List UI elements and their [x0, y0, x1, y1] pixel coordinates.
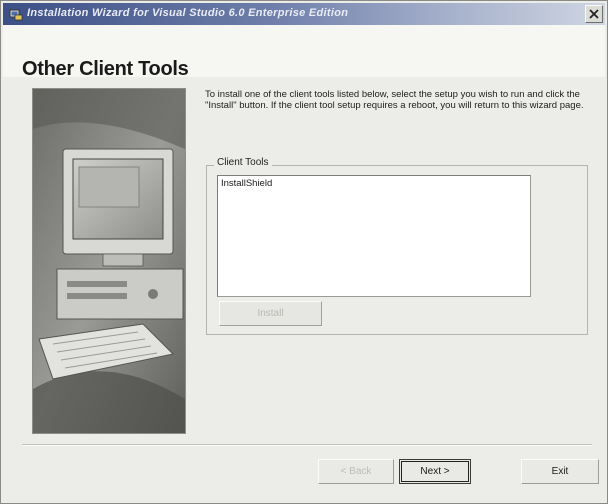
setup-icon [9, 9, 23, 21]
list-item[interactable]: InstallShield [221, 178, 272, 189]
back-button[interactable]: < Back [318, 459, 394, 484]
title-bar[interactable]: Installation Wizard for Visual Studio 6.… [3, 3, 605, 25]
page-title: Other Client Tools [22, 58, 189, 80]
next-button[interactable]: Next > [399, 459, 471, 484]
install-button[interactable]: Install [219, 301, 322, 326]
intro-text: To install one of the client tools liste… [205, 89, 584, 111]
client-tools-label: Client Tools [214, 157, 272, 168]
client-tools-list[interactable]: InstallShield [217, 175, 531, 297]
footer-divider [22, 444, 592, 446]
close-button[interactable] [585, 5, 603, 23]
exit-button[interactable]: Exit [521, 459, 599, 484]
computer-illustration [32, 88, 186, 434]
close-icon [589, 9, 599, 19]
window-title: Installation Wizard for Visual Studio 6.… [27, 7, 349, 19]
